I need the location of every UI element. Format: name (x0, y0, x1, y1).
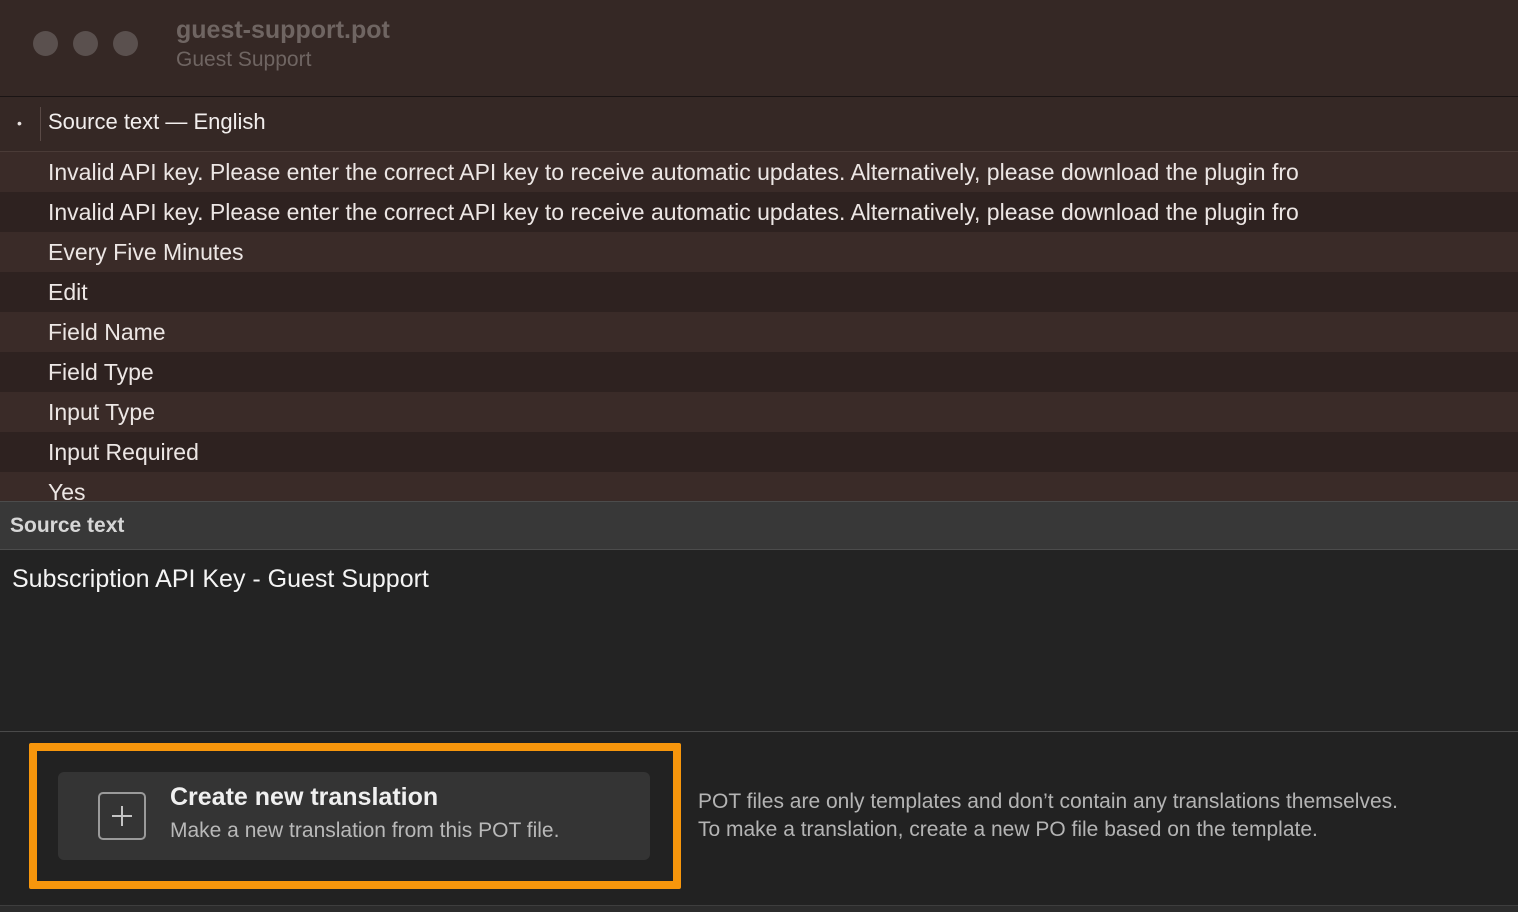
pot-info-text: POT files are only templates and don’t c… (698, 790, 1398, 813)
table-row[interactable]: Input Type (0, 392, 1518, 432)
source-text-header: Source text (0, 501, 1518, 550)
create-new-translation-button[interactable]: Create new translation Make a new transl… (58, 772, 650, 860)
strings-list[interactable]: Invalid API key. Please enter the correc… (0, 152, 1518, 501)
column-divider[interactable] (40, 107, 41, 141)
window-subtitle: Guest Support (176, 48, 312, 71)
status-bar (0, 905, 1518, 912)
title-bar: guest-support.pot Guest Support (0, 0, 1518, 97)
table-row[interactable]: Edit (0, 272, 1518, 312)
source-text-column-header[interactable]: Source text — English (48, 109, 266, 135)
create-translation-title: Create new translation (170, 783, 439, 811)
plus-icon (98, 792, 146, 840)
table-row[interactable]: Field Name (0, 312, 1518, 352)
table-row[interactable]: Yes (0, 472, 1518, 501)
create-translation-subtitle: Make a new translation from this POT fil… (170, 819, 560, 842)
table-row[interactable]: Every Five Minutes (0, 232, 1518, 272)
source-text-value[interactable]: Subscription API Key - Guest Support (12, 565, 429, 594)
source-text-panel: Subscription API Key - Guest Support (0, 550, 1518, 732)
table-row[interactable]: Field Type (0, 352, 1518, 392)
pot-info-text: To make a translation, create a new PO f… (698, 818, 1318, 841)
zoom-window-icon[interactable] (113, 31, 138, 56)
table-row[interactable]: Input Required (0, 432, 1518, 472)
table-row[interactable]: Invalid API key. Please enter the correc… (0, 192, 1518, 232)
table-row[interactable]: Invalid API key. Please enter the correc… (0, 152, 1518, 192)
window-title: guest-support.pot (176, 16, 390, 44)
translation-area: Create new translation Make a new transl… (0, 733, 1518, 905)
status-column-header[interactable]: • (17, 115, 22, 131)
close-window-icon[interactable] (33, 31, 58, 56)
minimize-window-icon[interactable] (73, 31, 98, 56)
source-text-label: Source text (10, 514, 125, 537)
table-header: • Source text — English (0, 97, 1518, 152)
